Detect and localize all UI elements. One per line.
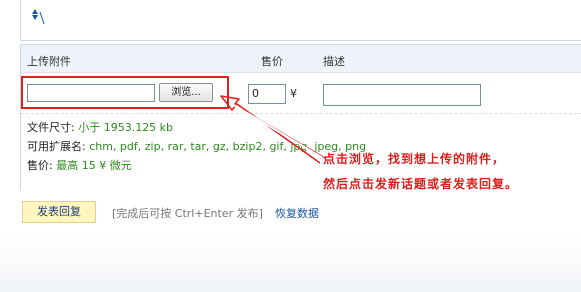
- restore-data-link[interactable]: 恢复数据: [275, 205, 319, 221]
- annotation-line-1: 点击浏览，找到想上传的附件，: [323, 152, 506, 166]
- page-bottom: [0, 236, 581, 292]
- annotation-line-2: 然后点击发新话题或者发表回复。: [323, 177, 519, 191]
- submit-bar: 发表回复 [完成后可按 Ctrl+Enter 发布] 恢复数据: [20, 191, 581, 231]
- post-reply-button[interactable]: 发表回复: [22, 201, 96, 223]
- shortcut-hint: [完成后可按 Ctrl+Enter 发布]: [112, 207, 263, 220]
